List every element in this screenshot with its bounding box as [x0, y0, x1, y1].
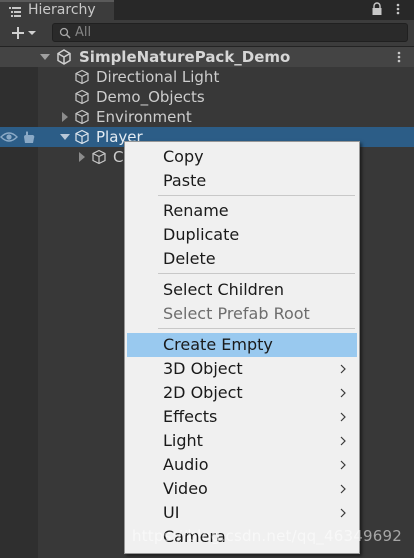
hierarchy-item-environment[interactable]: Environment	[0, 107, 414, 127]
menu-item-ui[interactable]: UI	[127, 501, 357, 525]
watermark-text: https://blog.csdn.net/qq_46349692	[132, 527, 402, 545]
item-label: C	[113, 148, 124, 166]
collapsed-arrow-icon[interactable]	[60, 112, 70, 122]
hierarchy-list-icon	[9, 7, 21, 17]
menu-separator	[158, 273, 355, 274]
unity-scene-icon	[57, 49, 71, 65]
menu-item-effects[interactable]: Effects	[127, 405, 357, 429]
lock-icon[interactable]	[371, 2, 383, 16]
menu-item-duplicate[interactable]: Duplicate	[127, 223, 357, 247]
menu-item-copy[interactable]: Copy	[127, 145, 357, 169]
pickable-hand-icon[interactable]	[21, 129, 37, 145]
menu-item-2d-object[interactable]: 2D Object	[127, 381, 357, 405]
eye-icon[interactable]	[0, 130, 18, 144]
scene-row[interactable]: SimpleNaturePack_Demo	[0, 47, 414, 67]
cube-icon	[75, 109, 89, 125]
collapsed-arrow-icon[interactable]	[77, 152, 87, 162]
menu-item-audio[interactable]: Audio	[127, 453, 357, 477]
item-label: Environment	[96, 108, 192, 126]
search-icon	[59, 27, 71, 39]
submenu-chevron-icon	[340, 460, 346, 470]
tab-label: Hierarchy	[28, 2, 96, 18]
submenu-chevron-icon	[340, 436, 346, 446]
kebab-menu-icon[interactable]	[391, 2, 405, 16]
cube-icon	[75, 129, 89, 145]
menu-separator	[158, 328, 355, 329]
menu-item-delete[interactable]: Delete	[127, 247, 357, 271]
submenu-chevron-icon	[340, 364, 346, 374]
expanded-arrow-icon[interactable]	[40, 52, 50, 62]
menu-item-create-empty[interactable]: Create Empty	[127, 333, 357, 357]
menu-item-paste[interactable]: Paste	[127, 169, 357, 193]
hierarchy-toolbar	[0, 20, 414, 47]
window-tab-bar: Hierarchy	[0, 0, 414, 20]
tab-hierarchy[interactable]: Hierarchy	[0, 0, 114, 20]
search-input[interactable]	[75, 24, 395, 41]
menu-item-rename[interactable]: Rename	[127, 199, 357, 223]
menu-item-select-prefab-root: Select Prefab Root	[163, 304, 310, 323]
menu-item-3d-object[interactable]: 3D Object	[127, 357, 357, 381]
menu-item-select-children[interactable]: Select Children	[127, 278, 357, 302]
expanded-arrow-icon[interactable]	[60, 132, 70, 142]
scene-label: SimpleNaturePack_Demo	[79, 48, 291, 66]
hierarchy-item-demo-objects[interactable]: Demo_Objects	[0, 87, 414, 107]
item-label: Demo_Objects	[96, 88, 205, 106]
search-field[interactable]	[52, 23, 408, 42]
kebab-menu-icon[interactable]	[392, 50, 406, 64]
menu-item-video[interactable]: Video	[127, 477, 357, 501]
item-label: Directional Light	[96, 68, 220, 86]
submenu-chevron-icon	[340, 508, 346, 518]
hierarchy-item-directional-light[interactable]: Directional Light	[0, 67, 414, 87]
cube-icon	[75, 69, 89, 85]
submenu-chevron-icon	[340, 412, 346, 422]
submenu-chevron-icon	[340, 388, 346, 398]
cube-icon	[92, 149, 106, 165]
menu-item-light[interactable]: Light	[127, 429, 357, 453]
submenu-chevron-icon	[340, 484, 346, 494]
context-menu: Copy Paste Rename Duplicate Delete Selec…	[124, 141, 360, 554]
plus-dropdown-icon[interactable]	[4, 23, 40, 43]
menu-separator	[158, 195, 355, 196]
cube-icon	[75, 89, 89, 105]
